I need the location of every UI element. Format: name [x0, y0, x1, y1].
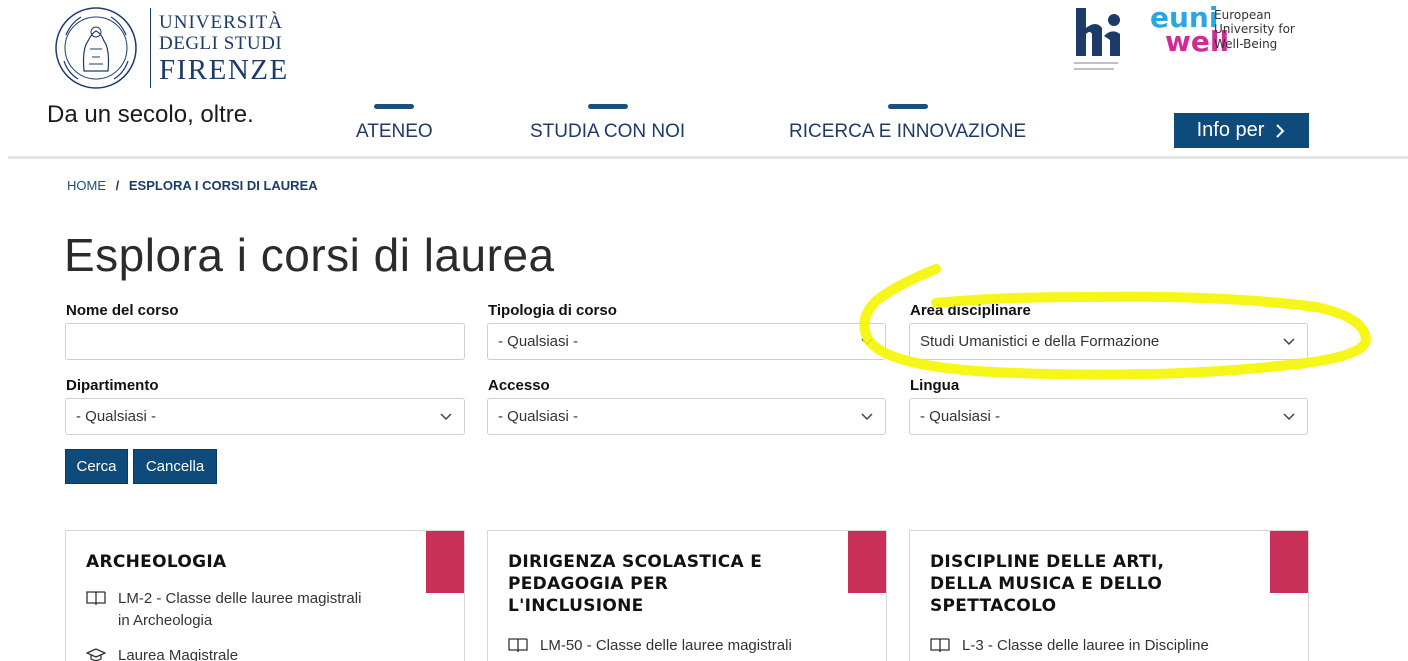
card-title-line: SPETTACOLO: [930, 596, 1057, 617]
logo-line-3: FIRENZE: [159, 54, 289, 86]
card-class: L-3 - Classe delle lauree in Discipline: [930, 635, 1209, 657]
course-card-dirigenza-scolastica[interactable]: DIRIGENZA SCOLASTICA E PEDAGOGIA PER L'I…: [487, 530, 887, 661]
card-title-line: DELLA MUSICA E DELLO: [930, 574, 1163, 595]
euniwell-caption-line: European: [1214, 8, 1272, 22]
card-type: Laurea Magistrale: [86, 645, 238, 661]
university-logo[interactable]: UNIVERSITÀ DEGLI STUDI FIRENZE: [46, 5, 289, 91]
card-class-line: in Archeologia: [118, 611, 213, 629]
card-class-line: L-3 - Classe delle lauree in Discipline: [962, 637, 1209, 654]
euniwell-caption-line: University for: [1214, 22, 1295, 37]
course-card-archeologia[interactable]: ARCHEOLOGIA LM-2 - Classe delle lauree m…: [65, 530, 465, 661]
card-title: DIRIGENZA SCOLASTICA E PEDAGOGIA PER L'I…: [508, 551, 828, 617]
label-nome-corso: Nome del corso: [66, 302, 179, 319]
info-per-label: Info per: [1196, 119, 1265, 141]
card-accent: [848, 531, 886, 593]
card-title-line: ARCHEOLOGIA: [86, 552, 227, 572]
card-type-label: Laurea Magistrale: [118, 647, 239, 661]
breadcrumb-home-link[interactable]: HOME: [67, 178, 106, 193]
card-accent: [1270, 531, 1308, 593]
chevron-down-icon: [861, 338, 873, 346]
euniwell-caption: European University for Well-Being: [1214, 8, 1295, 51]
label-tipologia: Tipologia di corso: [488, 302, 617, 319]
chevron-down-icon: [861, 413, 873, 421]
card-title-line: PEDAGOGIA PER: [508, 574, 669, 595]
card-class-line: LM-2 - Classe delle lauree magistrali: [118, 590, 362, 607]
card-title-line: DIRIGENZA SCOLASTICA E: [508, 552, 763, 572]
nav-ateneo[interactable]: ATENEO: [356, 104, 433, 143]
card-class-line: LM-50 - Classe delle lauree magistrali: [540, 637, 792, 654]
area-disciplinare-select[interactable]: Studi Umanistici e della Formazione: [909, 323, 1308, 360]
card-title: ARCHEOLOGIA: [86, 551, 406, 573]
label-dipartimento: Dipartimento: [66, 377, 159, 394]
area-disciplinare-value: Studi Umanistici e della Formazione: [920, 333, 1160, 350]
lingua-select[interactable]: - Qualsiasi -: [909, 398, 1308, 435]
nav-label: ATENEO: [356, 121, 433, 142]
book-icon: [86, 591, 106, 606]
card-title-line: L'INCLUSIONE: [508, 596, 644, 617]
nav-label: STUDIA CON NOI: [530, 121, 686, 142]
lingua-value: - Qualsiasi -: [920, 408, 1001, 425]
dipartimento-value: - Qualsiasi -: [76, 408, 157, 425]
nav-indicator: [587, 104, 628, 109]
course-card-discipline-arti[interactable]: DISCIPLINE DELLE ARTI, DELLA MUSICA E DE…: [909, 530, 1309, 661]
card-class: LM-2 - Classe delle lauree magistrali in…: [86, 588, 361, 632]
dipartimento-select[interactable]: - Qualsiasi -: [65, 398, 465, 435]
logo-line-2: DEGLI STUDI: [159, 33, 283, 54]
nav-ricerca-e-innovazione[interactable]: RICERCA E INNOVAZIONE: [789, 104, 1026, 143]
euniwell-caption-line: Well-Being: [1214, 36, 1278, 51]
nav-label: RICERCA E INNOVAZIONE: [789, 121, 1027, 142]
logo-divider: [150, 8, 151, 88]
label-area-disciplinare: Area disciplinare: [910, 302, 1031, 319]
page-title: Esplora i corsi di laurea: [64, 229, 555, 281]
chevron-down-icon: [1283, 338, 1295, 346]
highlight-annotation: [859, 264, 1371, 380]
chevron-down-icon: [1283, 413, 1295, 421]
label-lingua: Lingua: [910, 377, 960, 394]
nav-indicator: [887, 104, 928, 109]
search-button[interactable]: Cerca: [65, 449, 128, 484]
accesso-select[interactable]: - Qualsiasi -: [487, 398, 886, 435]
card-class: LM-50 - Classe delle lauree magistrali: [508, 635, 792, 657]
card-accent: [426, 531, 464, 593]
clear-button[interactable]: Cancella: [133, 449, 217, 484]
breadcrumb: HOME / ESPLORA I CORSI DI LAUREA: [67, 178, 318, 193]
info-per-button[interactable]: Info per: [1174, 113, 1309, 148]
accesso-value: - Qualsiasi -: [498, 408, 579, 425]
header-divider: [8, 156, 1408, 159]
tagline: Da un secolo, oltre.: [47, 101, 254, 128]
tipologia-select[interactable]: - Qualsiasi -: [487, 323, 886, 360]
tipologia-value: - Qualsiasi -: [498, 333, 579, 350]
card-title: DISCIPLINE DELLE ARTI, DELLA MUSICA E DE…: [930, 551, 1250, 617]
chevron-right-icon: [1276, 123, 1285, 138]
breadcrumb-current: ESPLORA I CORSI DI LAUREA: [128, 178, 318, 193]
nav-indicator: [374, 104, 415, 109]
logo-line-1: UNIVERSITÀ: [159, 12, 283, 33]
university-seal-icon: [55, 7, 137, 89]
breadcrumb-separator: /: [115, 178, 120, 193]
hr-excellence-logo-icon[interactable]: [1070, 6, 1126, 86]
chevron-down-icon: [440, 413, 452, 421]
card-title-line: DISCIPLINE DELLE ARTI,: [930, 552, 1165, 572]
nome-corso-input[interactable]: [65, 323, 465, 360]
book-icon: [930, 638, 950, 653]
book-icon: [508, 638, 528, 653]
label-accesso: Accesso: [488, 377, 550, 394]
logo-wordmark: UNIVERSITÀ DEGLI STUDI FIRENZE: [159, 11, 289, 85]
graduation-cap-icon: [86, 648, 106, 661]
nav-studia-con-noi[interactable]: STUDIA CON NOI: [530, 104, 685, 143]
